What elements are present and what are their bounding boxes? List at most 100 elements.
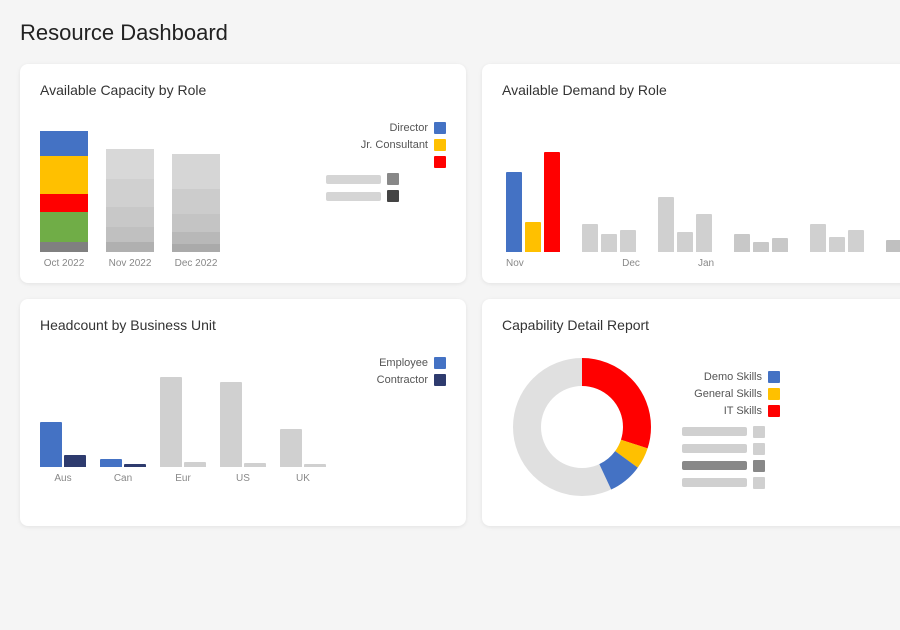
gray-bar (682, 444, 747, 453)
legend-contractor: Contractor (346, 374, 446, 386)
capacity-bar-oct (40, 112, 88, 252)
head-bar-contractor (124, 464, 146, 467)
legend-red (326, 156, 446, 168)
x-label-jan: Jan (676, 258, 736, 269)
demo-skills-dot (768, 371, 780, 383)
bar-seg (106, 227, 154, 242)
gray-dot (753, 443, 765, 455)
demand-bar (848, 230, 864, 252)
gray-dot (753, 477, 765, 489)
legend-it-skills: IT Skills (682, 405, 780, 417)
head-bar-employee (160, 377, 182, 467)
x-label-oct: Oct 2022 (40, 258, 88, 269)
gray-bar (682, 427, 747, 436)
contractor-dot (434, 374, 446, 386)
bar-seg (40, 194, 88, 212)
head-bar-contractor (244, 463, 266, 467)
demand-bar (582, 224, 598, 252)
bar-seg (106, 179, 154, 207)
headcount-card-title: Headcount by Business Unit (40, 317, 446, 333)
demand-bar (620, 230, 636, 252)
demand-bar (696, 214, 712, 252)
legend-jr-consultant: Jr. Consultant (326, 139, 446, 151)
bar-seg (172, 244, 220, 252)
demand-bar (886, 240, 900, 252)
dark-dot (753, 460, 765, 472)
capability-gray-bar-2 (682, 443, 780, 455)
demand-bar (829, 237, 845, 252)
x-label-us: US (220, 473, 266, 484)
head-group-uk (280, 347, 326, 467)
head-bar-employee (280, 429, 302, 467)
director-dot (434, 122, 446, 134)
headcount-x-labels: Aus Can Eur US UK (40, 473, 326, 484)
dashboard-grid: Available Capacity by Role (20, 64, 880, 526)
legend-gray1 (326, 173, 446, 185)
demand-bar (658, 197, 674, 252)
demand-group-jan-gray (886, 240, 900, 252)
legend-label: Jr. Consultant (326, 139, 428, 151)
demand-bar (506, 172, 522, 252)
jr-consultant-dot (434, 139, 446, 151)
legend-label: Director (326, 122, 428, 134)
it-skills-dot (768, 405, 780, 417)
head-bar-contractor (64, 455, 86, 467)
gray-dot (753, 426, 765, 438)
red-dot (434, 156, 446, 168)
head-bar-employee (40, 422, 62, 467)
bar-seg (172, 189, 220, 214)
head-bar-employee (100, 459, 122, 467)
employee-dot (434, 357, 446, 369)
x-label-nov: Nov (506, 258, 586, 269)
bar-seg (106, 207, 154, 227)
gray-dot (387, 173, 399, 185)
demand-bar (677, 232, 693, 252)
demand-group-nov (506, 152, 560, 252)
gray-bar (682, 478, 747, 487)
legend-director: Director (326, 122, 446, 134)
head-group-eur (160, 347, 206, 467)
x-label-dec: Dec (586, 258, 676, 269)
page-title: Resource Dashboard (20, 20, 880, 46)
headcount-card: Headcount by Business Unit (20, 299, 466, 526)
legend-label: Employee (346, 357, 428, 369)
bar-seg (40, 212, 88, 242)
demand-bar (772, 238, 788, 252)
capacity-legend: Director Jr. Consultant (326, 122, 446, 202)
demand-card: Available Demand by Role (482, 64, 900, 283)
head-group-aus (40, 347, 86, 467)
headcount-legend: Employee Contractor (346, 357, 446, 386)
dark-bar (682, 461, 747, 470)
donut-wrap: Demo Skills General Skills IT Skills (502, 347, 900, 512)
demand-group-dec (658, 197, 712, 252)
capacity-card: Available Capacity by Role (20, 64, 466, 283)
legend-label: Contractor (346, 374, 428, 386)
head-bar-employee (220, 382, 242, 467)
x-label-eur: Eur (160, 473, 206, 484)
demand-bar (810, 224, 826, 252)
bar-seg (40, 242, 88, 252)
demand-bar (525, 222, 541, 252)
demand-group-nov-gray (582, 224, 636, 252)
bar-seg (172, 232, 220, 244)
legend-gray2 (326, 190, 446, 202)
head-bar-contractor (304, 464, 326, 467)
x-label-uk: UK (280, 473, 326, 484)
legend-label: General Skills (682, 388, 762, 400)
gray-bar (326, 175, 381, 184)
headcount-chart (40, 347, 326, 467)
legend-employee: Employee (346, 357, 446, 369)
capability-card: Capability Detail Report (482, 299, 900, 526)
legend-general-skills: General Skills (682, 388, 780, 400)
head-group-can (100, 347, 146, 467)
x-label-dec: Dec 2022 (172, 258, 220, 269)
bar-seg (40, 156, 88, 194)
capability-legend: Demo Skills General Skills IT Skills (682, 371, 780, 489)
legend-label: IT Skills (682, 405, 762, 417)
bar-seg (172, 154, 220, 189)
legend-demo-skills: Demo Skills (682, 371, 780, 383)
head-group-us (220, 347, 266, 467)
demand-group-dec-gray (734, 234, 788, 252)
x-label-nov: Nov 2022 (106, 258, 154, 269)
capability-card-title: Capability Detail Report (502, 317, 900, 333)
